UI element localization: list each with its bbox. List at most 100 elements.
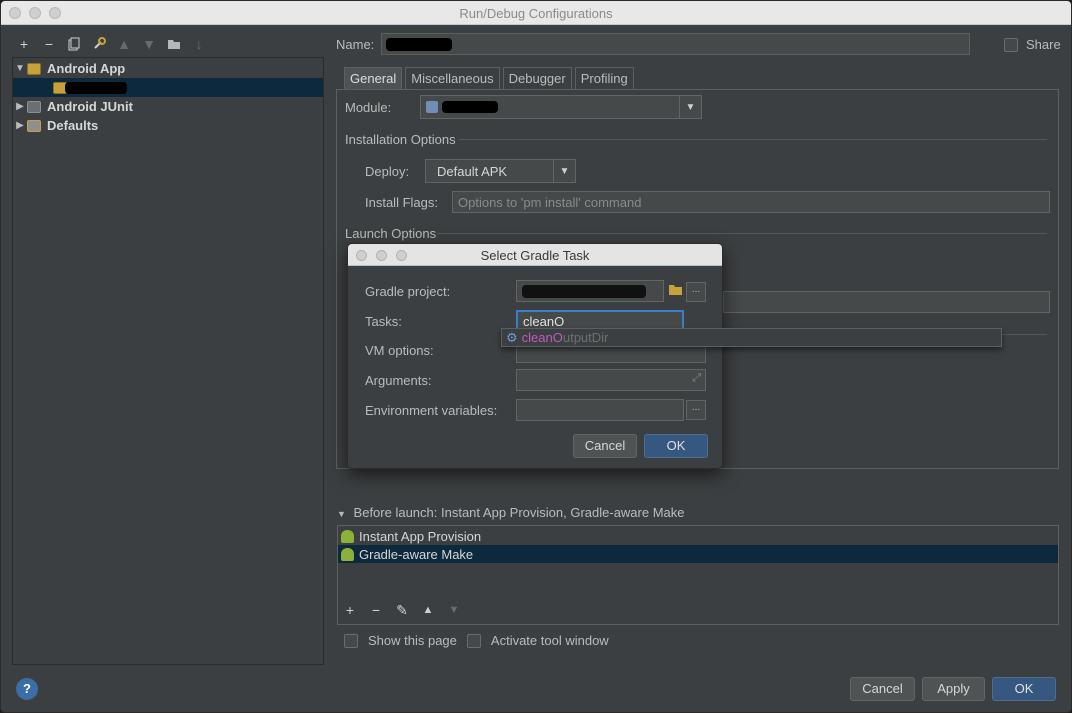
browse-project-button[interactable]: ... bbox=[686, 282, 706, 302]
run-debug-configurations-window: Run/Debug Configurations + − ▲ ▼ ↓ ▼ And… bbox=[0, 0, 1072, 713]
chevron-down-icon[interactable]: ▼ bbox=[13, 63, 27, 74]
junit-icon bbox=[27, 100, 41, 113]
android-icon bbox=[341, 547, 354, 561]
chevron-down-icon[interactable]: ▼ bbox=[553, 160, 575, 182]
move-up-icon[interactable]: ▲ bbox=[419, 601, 437, 619]
module-select[interactable]: ▼ bbox=[420, 95, 702, 119]
dialog-title: Select Gradle Task bbox=[480, 248, 590, 263]
config-tabs: General Miscellaneous Debugger Profiling bbox=[344, 67, 637, 89]
before-launch-section[interactable]: ▼ Before launch: Instant App Provision, … bbox=[337, 505, 685, 520]
tree-item-label: Defaults bbox=[47, 118, 99, 133]
suggestion-match-text: cleanO bbox=[521, 330, 563, 345]
activate-tool-window-checkbox[interactable] bbox=[466, 633, 481, 648]
window-titlebar: Run/Debug Configurations bbox=[1, 1, 1071, 25]
chevron-right-icon[interactable]: ▶ bbox=[13, 101, 27, 112]
move-down-icon[interactable]: ▼ bbox=[140, 35, 158, 53]
before-launch-toolbar: + − ✎ ▲ ▼ bbox=[341, 601, 463, 619]
folder-icon[interactable] bbox=[668, 283, 683, 299]
launch-activity-field[interactable] bbox=[723, 291, 1050, 313]
browse-env-vars-button[interactable]: ... bbox=[686, 400, 706, 420]
gradle-project-label: Gradle project: bbox=[365, 284, 451, 299]
cancel-button[interactable]: Cancel bbox=[850, 677, 915, 701]
before-launch-item-instant-app[interactable]: Instant App Provision bbox=[338, 527, 1058, 545]
folder-icon[interactable] bbox=[165, 35, 183, 53]
move-up-icon[interactable]: ▲ bbox=[115, 35, 133, 53]
chevron-right-icon[interactable]: ▶ bbox=[13, 120, 27, 131]
before-launch-item-gradle-make[interactable]: Gradle-aware Make bbox=[338, 545, 1058, 563]
show-page-label: Show this page bbox=[368, 633, 457, 648]
before-launch-header: Before launch: Instant App Provision, Gr… bbox=[353, 505, 685, 520]
name-label: Name: bbox=[336, 37, 375, 52]
autocomplete-suggestion[interactable]: cleanOutputDir bbox=[522, 330, 609, 345]
arguments-field[interactable]: ⤢ bbox=[516, 369, 706, 391]
name-field[interactable] bbox=[381, 33, 970, 55]
deploy-label: Deploy: bbox=[365, 164, 410, 179]
suggestion-remaining-text: utputDir bbox=[562, 330, 609, 345]
chevron-down-icon[interactable]: ▼ bbox=[337, 509, 346, 519]
before-launch-item-label: Gradle-aware Make bbox=[359, 546, 474, 562]
before-launch-options: Show this page Activate tool window bbox=[344, 633, 609, 648]
add-task-icon[interactable]: + bbox=[341, 601, 359, 619]
redacted-gradle-project bbox=[522, 284, 646, 298]
install-flags-field[interactable]: Options to 'pm install' command bbox=[452, 191, 1050, 213]
sort-icon[interactable]: ↓ bbox=[190, 35, 208, 53]
vm-options-label: VM options: bbox=[365, 343, 434, 358]
defaults-wrench-icon bbox=[27, 119, 41, 132]
tree-item-defaults[interactable]: ▶ Defaults bbox=[13, 116, 323, 135]
section-divider bbox=[437, 233, 1047, 234]
remove-task-icon[interactable]: − bbox=[367, 601, 385, 619]
section-divider bbox=[459, 139, 1047, 140]
module-icon bbox=[426, 101, 438, 113]
arguments-label: Arguments: bbox=[365, 373, 432, 388]
installation-options-label: Installation Options bbox=[345, 132, 456, 147]
launch-options-label: Launch Options bbox=[345, 226, 437, 241]
share-checkbox[interactable] bbox=[1004, 37, 1018, 52]
task-autocomplete-popup: ⚙ cleanOutputDir bbox=[501, 328, 1002, 347]
configurations-toolbar: + − ▲ ▼ ↓ bbox=[15, 35, 208, 53]
tree-item-android-app[interactable]: ▼ Android App bbox=[13, 59, 323, 78]
tab-general[interactable]: General bbox=[344, 67, 403, 89]
share-label: Share bbox=[1026, 37, 1061, 52]
deploy-select[interactable]: Default APK ▼ bbox=[425, 159, 576, 183]
android-icon bbox=[341, 529, 354, 543]
before-launch-item-label: Instant App Provision bbox=[359, 528, 482, 544]
tree-item-android-junit[interactable]: ▶ Android JUnit bbox=[13, 97, 323, 116]
gradle-project-field[interactable] bbox=[516, 280, 664, 302]
apply-button[interactable]: Apply bbox=[922, 677, 985, 701]
android-app-icon bbox=[27, 62, 41, 75]
install-flags-label: Install Flags: bbox=[365, 195, 438, 210]
edit-pencil-icon[interactable]: ✎ bbox=[393, 601, 411, 619]
chevron-down-icon[interactable]: ▼ bbox=[679, 96, 701, 118]
copy-configuration-icon[interactable] bbox=[65, 35, 83, 53]
add-configuration-icon[interactable]: + bbox=[15, 35, 33, 53]
move-down-icon[interactable]: ▼ bbox=[445, 601, 463, 619]
deploy-value: Default APK bbox=[437, 163, 508, 179]
remove-configuration-icon[interactable]: − bbox=[40, 35, 58, 53]
tasks-label: Tasks: bbox=[365, 314, 402, 329]
configurations-tree: ▼ Android App ▶ Android JUnit ▶ Defaults bbox=[12, 57, 324, 665]
tab-profiling[interactable]: Profiling bbox=[574, 67, 634, 89]
dialog-cancel-button[interactable]: Cancel bbox=[573, 434, 637, 458]
module-label: Module: bbox=[345, 100, 392, 115]
wrench-icon[interactable] bbox=[90, 35, 108, 53]
environment-variables-field[interactable] bbox=[516, 399, 684, 421]
dialog-ok-button[interactable]: OK bbox=[644, 434, 708, 458]
gear-icon: ⚙ bbox=[506, 329, 518, 345]
redacted-configuration-name bbox=[65, 81, 127, 94]
redacted-name-value bbox=[386, 38, 452, 51]
tab-debugger[interactable]: Debugger bbox=[502, 67, 572, 89]
ok-button[interactable]: OK bbox=[992, 677, 1056, 701]
redacted-module-value bbox=[442, 101, 498, 113]
dialog-titlebar: Select Gradle Task bbox=[348, 244, 722, 266]
tree-item-label: Android App bbox=[47, 61, 126, 76]
window-title: Run/Debug Configurations bbox=[459, 6, 613, 21]
help-button[interactable]: ? bbox=[16, 678, 38, 700]
share-option[interactable]: Share bbox=[1004, 37, 1061, 52]
expand-icon[interactable]: ⤢ bbox=[692, 372, 701, 385]
tree-item-label: Android JUnit bbox=[47, 99, 133, 114]
environment-variables-label: Environment variables: bbox=[365, 403, 498, 418]
activate-tool-window-label: Activate tool window bbox=[490, 633, 609, 648]
tab-miscellaneous[interactable]: Miscellaneous bbox=[405, 67, 500, 89]
tree-item-selected-configuration[interactable] bbox=[13, 78, 323, 97]
show-page-checkbox[interactable] bbox=[344, 633, 358, 648]
